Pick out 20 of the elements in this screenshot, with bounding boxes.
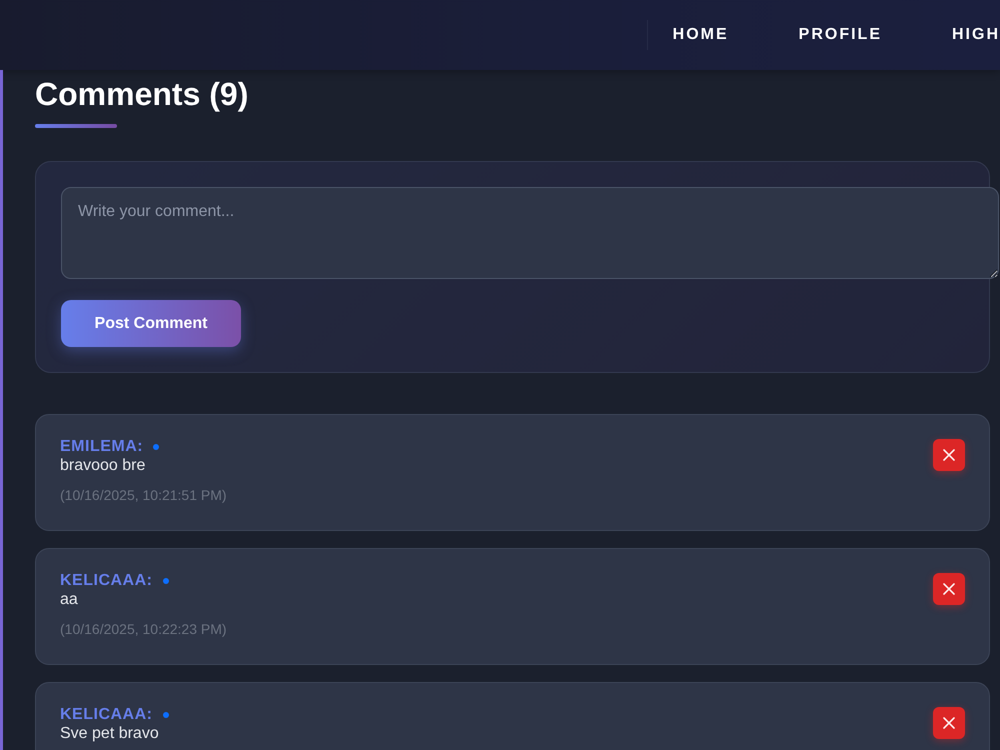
delete-button[interactable] bbox=[933, 439, 965, 471]
comment-field[interactable]: Write your comment... bbox=[61, 187, 999, 279]
comment-text: Sve pet bravo bbox=[60, 724, 160, 743]
close-icon bbox=[943, 449, 955, 461]
close-icon bbox=[943, 583, 955, 595]
comment-author: KELICAAA: bbox=[60, 571, 152, 590]
nav-link[interactable]: HOME bbox=[672, 26, 729, 44]
comment-author: KELICAAA: bbox=[60, 705, 152, 724]
comment-time: (10/16/2025, 10:22:23 PM) bbox=[60, 621, 227, 638]
delete-button[interactable] bbox=[933, 573, 965, 605]
delete-button[interactable] bbox=[933, 707, 965, 739]
comment-author: EMILEMA: bbox=[60, 437, 144, 456]
close-icon bbox=[943, 717, 955, 729]
comment-text: bravooo bre bbox=[60, 456, 146, 475]
nav-link[interactable]: PROFILE bbox=[798, 26, 882, 44]
comment-text: aa bbox=[60, 590, 79, 609]
section-title: Comments (9) bbox=[35, 75, 250, 113]
post-comment-button[interactable]: Post Comment bbox=[61, 300, 241, 347]
comment-time: (10/16/2025, 10:21:51 PM) bbox=[60, 487, 227, 504]
nav-link[interactable]: HIGH bbox=[952, 26, 1000, 44]
